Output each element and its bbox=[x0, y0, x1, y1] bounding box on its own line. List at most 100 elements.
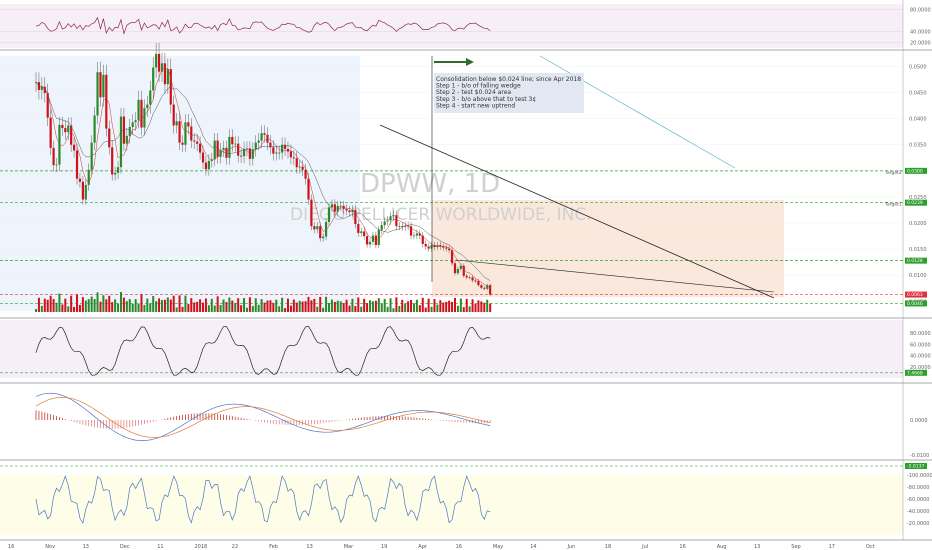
volume-bar bbox=[348, 305, 351, 312]
volume-bar bbox=[301, 301, 304, 312]
volume-bar bbox=[140, 294, 143, 312]
volume-bar bbox=[152, 296, 155, 312]
volume-bar bbox=[240, 305, 243, 312]
candle-body bbox=[477, 280, 480, 286]
volume-bar bbox=[105, 299, 108, 312]
candle-body bbox=[152, 67, 155, 91]
volume-bar bbox=[35, 309, 37, 312]
volume-bar bbox=[149, 303, 152, 312]
date-axis-label: 2018 bbox=[195, 544, 208, 550]
volume-bar bbox=[108, 295, 111, 312]
volume-bar bbox=[260, 299, 263, 312]
volume-bar bbox=[357, 297, 360, 312]
candle-body bbox=[190, 126, 193, 141]
volume-bar bbox=[61, 304, 64, 312]
price-axis-label: 0.0150 bbox=[909, 247, 927, 253]
candle-body bbox=[345, 208, 348, 211]
candle-body bbox=[119, 116, 123, 168]
candle-body bbox=[339, 205, 342, 207]
candle-body bbox=[172, 104, 175, 126]
date-axis-label: 22 bbox=[232, 544, 238, 550]
volume-bar bbox=[298, 300, 301, 312]
volume-bar bbox=[158, 298, 161, 312]
date-axis-label: 17 bbox=[829, 544, 835, 550]
willr-axis-label: -40.0000 bbox=[907, 509, 929, 515]
volume-bar bbox=[137, 303, 140, 312]
candle-body bbox=[415, 233, 418, 236]
volume-bar bbox=[143, 304, 146, 312]
volume-bar bbox=[134, 299, 137, 312]
date-axis-label: 14 bbox=[530, 544, 536, 550]
candle-body bbox=[319, 226, 322, 239]
candle-body bbox=[357, 224, 360, 233]
candle-body bbox=[459, 265, 462, 269]
candle-body bbox=[96, 72, 99, 116]
volume-bar bbox=[415, 299, 418, 312]
candle-body bbox=[456, 268, 460, 274]
willr-axis-label: -60.0000 bbox=[907, 497, 929, 503]
volume-bar bbox=[37, 297, 40, 312]
volume-bar bbox=[374, 300, 377, 312]
candle-body bbox=[72, 144, 76, 151]
candle-body bbox=[157, 53, 161, 72]
volume-bar bbox=[117, 303, 120, 312]
date-axis-label: Sep bbox=[791, 544, 800, 550]
candle-body bbox=[131, 122, 134, 127]
candle-body bbox=[483, 287, 486, 289]
candle-body bbox=[292, 157, 295, 159]
candle-body bbox=[380, 225, 383, 230]
candle-body bbox=[155, 53, 158, 68]
volume-bar bbox=[465, 298, 468, 312]
volume-bar bbox=[316, 306, 319, 312]
date-axis-label: Oct bbox=[866, 544, 875, 550]
candle-body bbox=[401, 226, 404, 227]
candle-body bbox=[102, 74, 105, 98]
volume-bar bbox=[84, 300, 87, 312]
volume-bar bbox=[369, 300, 372, 312]
candle-body bbox=[187, 122, 190, 127]
volume-bar bbox=[52, 299, 55, 312]
volume-bar bbox=[427, 298, 430, 312]
date-axis-label: 19 bbox=[381, 544, 387, 550]
candle-body bbox=[169, 69, 172, 105]
willr-axis-label: -100.0000 bbox=[907, 473, 932, 479]
candle-body bbox=[398, 226, 401, 227]
candle-body bbox=[204, 162, 208, 170]
candle-body bbox=[125, 135, 128, 144]
volume-bar bbox=[166, 297, 169, 312]
volume-bar bbox=[190, 298, 193, 312]
candle-body bbox=[307, 178, 310, 200]
volume-bar bbox=[269, 300, 272, 312]
volume-bar bbox=[234, 302, 237, 312]
volume-bar bbox=[330, 299, 333, 312]
macd-axis-label: 0.0000 bbox=[910, 418, 928, 424]
price-axis-label: 0.0450 bbox=[909, 91, 927, 97]
volume-bar bbox=[442, 302, 445, 312]
date-axis-label: Aug bbox=[717, 544, 727, 550]
volume-bar bbox=[128, 299, 131, 312]
volume-bar bbox=[254, 298, 257, 312]
volume-bar bbox=[410, 299, 413, 312]
volume-bar bbox=[125, 301, 128, 312]
volume-bar bbox=[295, 302, 298, 312]
candle-body bbox=[184, 122, 187, 145]
volume-bar bbox=[67, 306, 70, 312]
candle-body bbox=[377, 229, 380, 245]
volume-bar bbox=[281, 297, 284, 312]
volume-bar bbox=[76, 294, 79, 312]
volume-bar bbox=[204, 298, 207, 312]
date-axis-label: 13 bbox=[754, 544, 760, 550]
candle-body bbox=[363, 231, 366, 237]
volume-bar bbox=[436, 304, 439, 312]
candle-body bbox=[61, 124, 64, 129]
stoch-axis-label: 80.0000 bbox=[910, 331, 931, 337]
willr-pane-background bbox=[0, 475, 903, 535]
volume-bar bbox=[398, 305, 401, 312]
candle-body bbox=[228, 136, 231, 158]
price-axis-label: 0.0400 bbox=[909, 117, 927, 123]
candle-body bbox=[146, 104, 149, 109]
volume-bar bbox=[70, 295, 73, 312]
candle-body bbox=[257, 140, 260, 143]
stoch-tag-label: 7.4668 bbox=[907, 370, 923, 376]
candle-body bbox=[453, 263, 457, 274]
